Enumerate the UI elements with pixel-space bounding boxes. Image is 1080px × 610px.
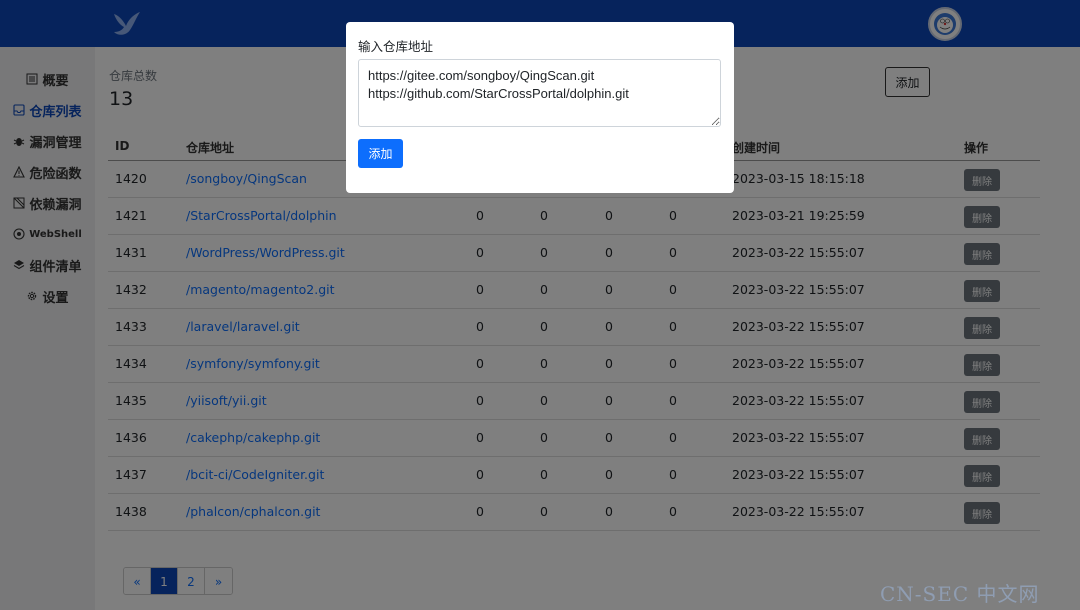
- add-repo-modal: 输入仓库地址 添加: [346, 22, 734, 193]
- repo-url-textarea[interactable]: [358, 59, 721, 127]
- watermark: CN-SEC 中文网: [880, 582, 1040, 606]
- modal-title: 输入仓库地址: [358, 39, 434, 54]
- modal-add-button[interactable]: 添加: [358, 139, 403, 168]
